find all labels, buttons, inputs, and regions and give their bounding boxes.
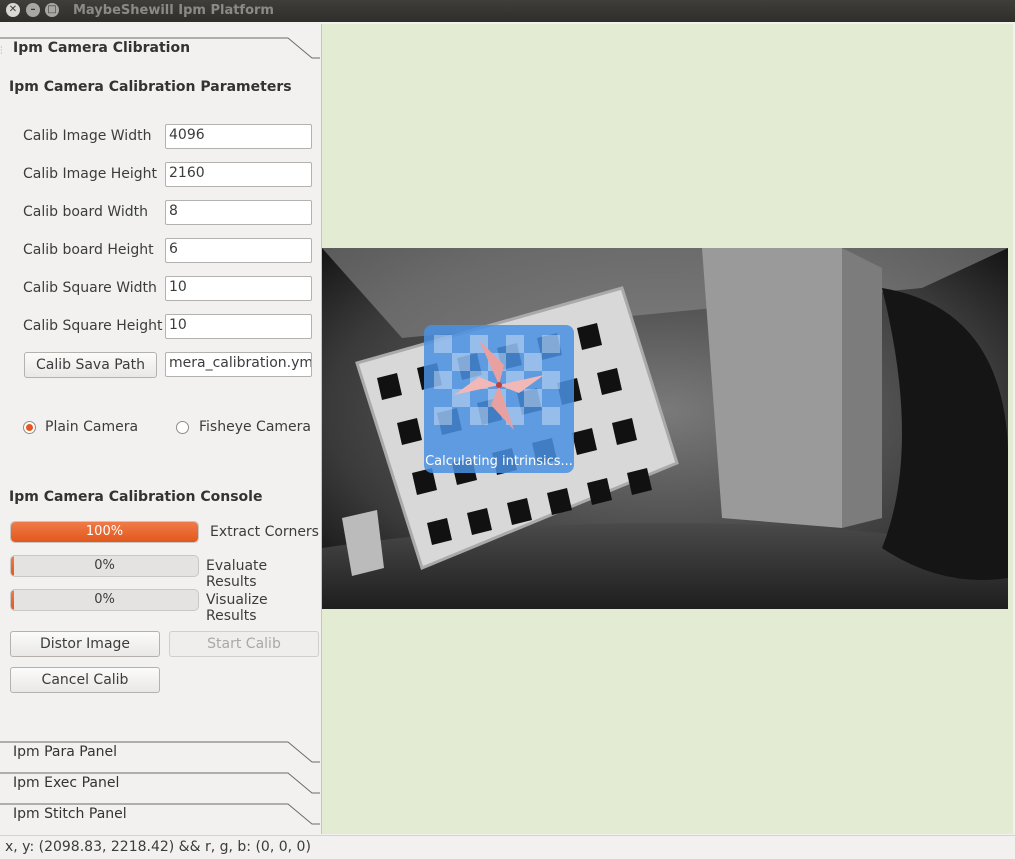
board-width-input[interactable]: 8: [165, 200, 312, 225]
progress-text: 100%: [85, 524, 124, 539]
image-width-input[interactable]: 4096: [165, 124, 312, 149]
extract-corners-label: Extract Corners: [210, 524, 319, 540]
fisheye-camera-label: Fisheye Camera: [199, 419, 311, 435]
toolbox-tab-exec[interactable]: Ipm Exec Panel: [0, 771, 320, 796]
extract-corners-progress: 100%: [10, 521, 199, 543]
toolbox-tab-calibration[interactable]: Ipm Camera Clibration: [0, 36, 320, 61]
plain-camera-label: Plain Camera: [45, 419, 139, 435]
status-text: x, y: (2098.83, 2218.42) && r, g, b: (0,…: [5, 839, 311, 855]
field-label-square-width: Calib Square Width: [23, 280, 157, 296]
toolbox-tab-label: Ipm Para Panel: [13, 744, 118, 760]
toolbox-tab-label: Ipm Camera Clibration: [13, 40, 191, 56]
save-path-button[interactable]: Calib Sava Path: [24, 352, 157, 378]
image-height-input[interactable]: 2160: [165, 162, 312, 187]
status-bar: x, y: (2098.83, 2218.42) && r, g, b: (0,…: [0, 835, 1015, 859]
image-view-area[interactable]: Calculating intrinsics...: [321, 24, 1013, 834]
window-title: MaybeShewill Ipm Platform: [73, 3, 274, 18]
calculating-overlay: Calculating intrinsics...: [424, 325, 574, 473]
close-window-icon[interactable]: ✕: [6, 3, 20, 17]
console-section-title: Ipm Camera Calibration Console: [9, 489, 263, 505]
left-toolbox-panel: · · · Ipm Camera Clibration Ipm Camera Cal…: [0, 22, 321, 834]
field-label-board-height: Calib board Height: [23, 242, 154, 258]
maximize-window-icon[interactable]: □: [45, 3, 59, 17]
visualize-results-label: Visualize Results: [206, 592, 268, 624]
toolbox-tab-para[interactable]: Ipm Para Panel: [0, 740, 320, 765]
window-titlebar: ✕ – □ MaybeShewill Ipm Platform: [0, 0, 1015, 22]
camera-calibration-image: Calculating intrinsics...: [322, 248, 1008, 609]
cancel-calib-button[interactable]: Cancel Calib: [10, 667, 160, 693]
toolbox-tab-label: Ipm Stitch Panel: [13, 806, 127, 822]
board-height-input[interactable]: 6: [165, 238, 312, 263]
start-calib-button[interactable]: Start Calib: [169, 631, 319, 657]
fisheye-camera-radio[interactable]: [176, 421, 189, 434]
progress-text: 0%: [94, 592, 115, 607]
field-label-image-width: Calib Image Width: [23, 128, 152, 144]
evaluate-results-progress: 0%: [10, 555, 199, 577]
field-label-image-height: Calib Image Height: [23, 166, 158, 182]
plain-camera-radio[interactable]: [23, 421, 36, 434]
overlay-status-text: Calculating intrinsics...: [425, 454, 573, 469]
loading-spinner-icon: [434, 335, 560, 430]
square-width-input[interactable]: 10: [165, 276, 312, 301]
toolbox-tab-stitch[interactable]: Ipm Stitch Panel: [0, 802, 320, 827]
save-path-input[interactable]: mera_calibration.yml: [165, 352, 312, 377]
params-section-title: Ipm Camera Calibration Parameters: [9, 79, 292, 95]
evaluate-results-label: Evaluate Results: [206, 558, 268, 590]
distort-image-button[interactable]: Distor Image: [10, 631, 160, 657]
progress-text: 0%: [94, 558, 115, 573]
field-label-square-height: Calib Square Height: [23, 318, 163, 334]
toolbox-tab-label: Ipm Exec Panel: [13, 775, 120, 791]
visualize-results-progress: 0%: [10, 589, 199, 611]
field-label-board-width: Calib board Width: [23, 204, 149, 220]
square-height-input[interactable]: 10: [165, 314, 312, 339]
minimize-window-icon[interactable]: –: [26, 3, 40, 17]
